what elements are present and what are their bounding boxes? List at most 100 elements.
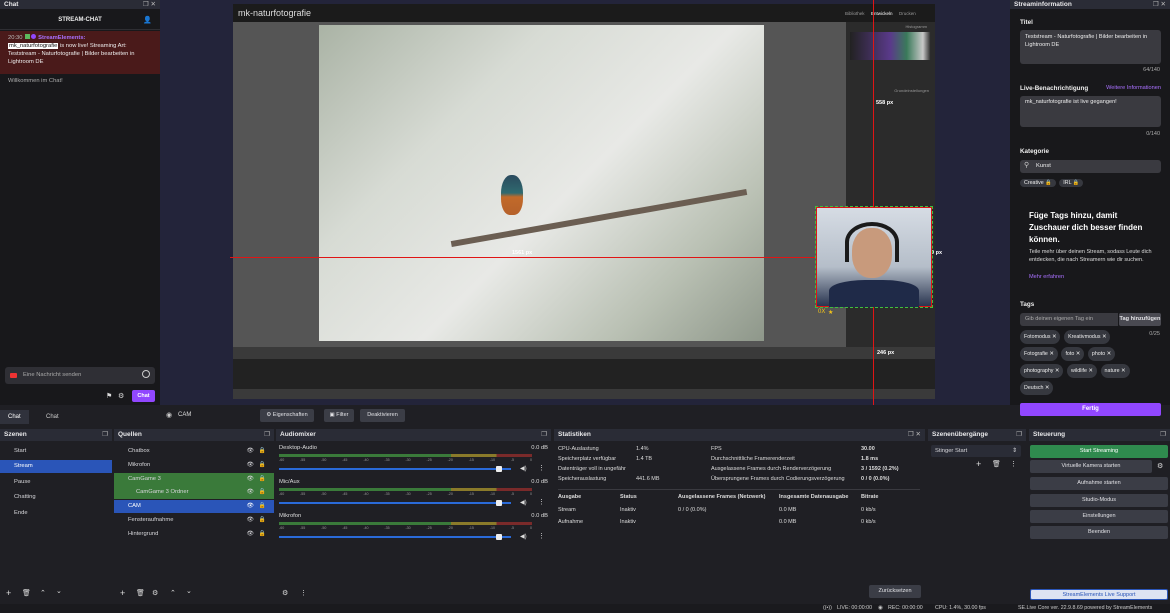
lock-icon[interactable]: 🔒 [259,459,266,472]
scene-item-selected[interactable]: Stream [0,460,112,473]
emote-icon[interactable] [142,370,150,378]
deactivate-button[interactable]: Deaktivieren [360,409,405,422]
lock-icon[interactable]: 🔒 [259,500,266,513]
add-icon[interactable]: + [6,588,11,598]
speaker-icon[interactable]: ◀) [520,499,527,506]
tag-chip[interactable]: nature ✕ [1100,364,1130,378]
volume-slider-handle[interactable] [496,466,503,472]
trash-icon[interactable]: 🗑 [22,589,31,597]
trash-icon[interactable]: 🗑 [992,460,1001,468]
lock-icon[interactable]: 🔒 [259,473,266,486]
dock-float-icon[interactable]: ❐ [1016,429,1022,441]
dock-float-icon[interactable]: ❐ [541,429,547,441]
volume-slider-track[interactable] [279,468,511,470]
chat-send-button[interactable]: Chat [132,390,155,402]
tag-chip[interactable]: Fotomodus ✕ [1020,330,1061,344]
reset-button[interactable]: Zurücksetzen [869,585,921,598]
more-icon[interactable]: ⋮ [1010,460,1017,468]
add-icon[interactable]: + [120,588,125,598]
tab-chat-2[interactable]: Chat [38,410,67,424]
notify-input[interactable]: mk_naturfotografie ist live gegangen! [1020,96,1161,127]
settings-button[interactable]: Einstellungen [1030,510,1168,523]
dock-float-icon[interactable]: ❐ [102,429,108,441]
lock-icon[interactable]: 🔒 [259,528,266,541]
properties-button[interactable]: ⚙ Eigenschaften [260,409,314,422]
message-sender[interactable]: StreamElements: [38,35,85,41]
dock-float-icon[interactable]: ❐ [264,429,270,441]
start-recording-button[interactable]: Aufnahme starten [1030,477,1168,490]
speaker-icon[interactable]: ◀) [520,465,527,472]
lr-module-2[interactable]: Entwickeln [871,11,893,16]
gear-icon[interactable]: ⚙ [1157,462,1163,470]
scene-item[interactable]: Pause [0,476,112,489]
tags-add-button[interactable]: Tag hinzufügen [1119,313,1161,326]
volume-slider-handle[interactable] [496,534,503,540]
tag-chip[interactable]: foto ✕ [1061,347,1085,361]
gear-icon[interactable]: ⚙ [152,589,158,597]
notify-more-link[interactable]: Weitere Informationen [1106,85,1161,91]
webcam-source[interactable] [815,206,933,308]
chevron-up-icon[interactable]: ⌃ [40,589,46,597]
dock-float-icon[interactable]: ❐ [1160,429,1166,441]
volume-slider-track[interactable] [279,536,511,538]
tags-input[interactable]: Gib deinen eigenen Tag ein [1020,313,1118,326]
studio-mode-button[interactable]: Studio-Modus [1030,494,1168,507]
tab-chat-1[interactable]: Chat [0,410,29,424]
source-item-group[interactable]: CamGame 3 Ordner 👁 🔒 [114,486,274,499]
tag-chip[interactable]: Kreativmodus ✕ [1064,330,1111,344]
lr-module-3[interactable]: Drucken [899,11,916,16]
transition-select[interactable]: Stinger Start ⇕ [931,445,1021,457]
lr-module-1[interactable]: Bibliothek [845,11,865,16]
tag-chip[interactable]: wildlife ✕ [1067,364,1097,378]
advanced-audio-icon[interactable]: ⚙ [282,589,288,597]
more-icon[interactable]: ⋮ [538,532,545,540]
lock-icon[interactable]: 🔒 [259,514,266,527]
source-item-group[interactable]: CamGame 3 👁 🔒 [114,473,274,486]
more-icon[interactable]: ⋮ [538,464,545,472]
filter-button[interactable]: ▣ Filter [324,409,354,422]
scene-item[interactable]: Chatting [0,491,112,504]
eye-icon[interactable]: 👁 [247,445,254,458]
source-item[interactable]: Hintergrund 👁 🔒 [114,528,274,541]
volume-slider-handle[interactable] [496,500,503,506]
eye-icon[interactable]: 👁 [247,528,254,541]
tag-chip[interactable]: photography ✕ [1020,364,1064,378]
done-button-visible[interactable]: Fertig [1020,403,1161,416]
add-icon[interactable]: + [976,459,981,469]
dock-controls-icon[interactable]: ❐ ✕ [1153,0,1166,9]
speaker-icon[interactable]: ◀) [520,533,527,540]
chevron-down-icon[interactable]: ⌄ [186,587,192,595]
start-streaming-button[interactable]: Start Streaming [1030,445,1168,458]
scene-item[interactable]: Start [0,445,112,458]
scene-item[interactable]: Ende [0,507,112,520]
source-item[interactable]: Mikrofon 👁 🔒 [114,459,274,472]
title-input[interactable]: Teststream - Naturfotografie | Bilder be… [1020,30,1161,64]
category-input[interactable]: Kunst [1020,160,1161,173]
volume-slider-track[interactable] [279,502,511,504]
chat-input[interactable]: Eine Nachricht senden [5,367,155,384]
dock-controls-icon[interactable]: ❐ ✕ [143,0,156,9]
se-support-button[interactable]: StreamElements Live Support [1030,589,1168,600]
dock-controls-icon[interactable]: ❐ ✕ [908,429,921,441]
source-item[interactable]: Chatbox 👁 🔒 [114,445,274,458]
eye-icon[interactable]: 👁 [247,473,254,486]
chevron-down-icon[interactable]: ⌄ [56,587,62,595]
eye-icon[interactable]: 👁 [247,500,254,513]
more-icon[interactable]: ⋮ [538,498,545,506]
lock-icon[interactable]: 🔒 [259,445,266,458]
bits-icon[interactable]: ⚑ [106,392,112,400]
settings-icon[interactable]: ⚙ [118,392,124,400]
tag-chip[interactable]: Deutsch ✕ [1020,381,1054,395]
tag-chip[interactable]: photo ✕ [1087,347,1116,361]
more-icon[interactable]: ⋮ [300,589,307,597]
virtual-camera-button[interactable]: Virtuelle Kamera starten [1030,460,1152,473]
eye-icon[interactable]: 👁 [247,514,254,527]
lock-icon[interactable]: 🔒 [259,486,266,499]
promo-link[interactable]: Mehr erfahren [1029,274,1064,280]
chevron-up-icon[interactable]: ⌃ [170,589,176,597]
tag-chip[interactable]: Fotografie ✕ [1020,347,1058,361]
source-item[interactable]: Fensteraufnahme 👁 🔒 [114,514,274,527]
eye-icon[interactable]: 👁 [247,486,254,499]
eye-icon[interactable]: 👁 [247,459,254,472]
users-icon[interactable]: 👤 [143,16,152,24]
